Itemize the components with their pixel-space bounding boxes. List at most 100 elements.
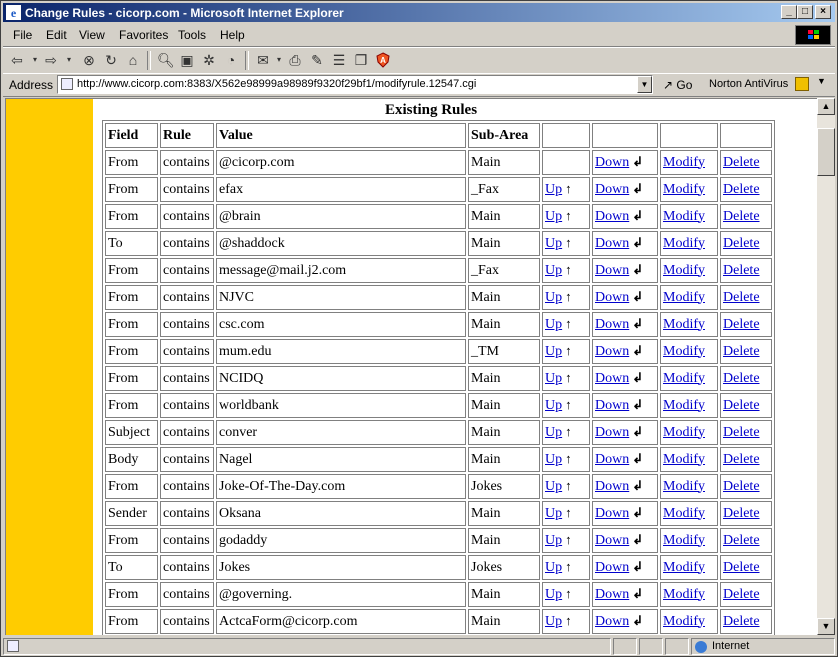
down-link[interactable]: Down <box>595 263 629 278</box>
down-link[interactable]: Down <box>595 614 629 629</box>
up-link[interactable]: Up <box>545 614 562 629</box>
go-button[interactable]: ↗︎ Go <box>663 78 692 92</box>
delete-link[interactable]: Delete <box>723 425 760 440</box>
modify-link[interactable]: Modify <box>663 506 705 521</box>
delete-link[interactable]: Delete <box>723 290 760 305</box>
up-link[interactable]: Up <box>545 533 562 548</box>
modify-link[interactable]: Modify <box>663 533 705 548</box>
delete-link[interactable]: Delete <box>723 452 760 467</box>
modify-link[interactable]: Modify <box>663 398 705 413</box>
mail-icon[interactable]: ✉ <box>255 52 271 68</box>
up-link[interactable]: Up <box>545 290 562 305</box>
up-link[interactable]: Up <box>545 182 562 197</box>
scroll-thumb[interactable] <box>817 128 835 176</box>
close-button[interactable]: × <box>815 5 831 19</box>
up-link[interactable]: Up <box>545 371 562 386</box>
modify-link[interactable]: Modify <box>663 209 705 224</box>
print-icon[interactable]: ⎙ <box>287 52 303 68</box>
media-icon[interactable]: ✲ <box>201 52 217 68</box>
edit-icon[interactable]: ✎ <box>309 52 325 68</box>
norton-dropdown-icon[interactable]: ▼ <box>817 76 826 86</box>
modify-link[interactable]: Modify <box>663 587 705 602</box>
messenger-icon[interactable]: ❐ <box>353 52 369 68</box>
up-link[interactable]: Up <box>545 452 562 467</box>
mail-dropdown-icon[interactable]: ▾ <box>271 52 287 68</box>
menu-tools[interactable]: Tools <box>178 28 206 42</box>
down-link[interactable]: Down <box>595 533 629 548</box>
delete-link[interactable]: Delete <box>723 479 760 494</box>
modify-link[interactable]: Modify <box>663 155 705 170</box>
modify-link[interactable]: Modify <box>663 182 705 197</box>
delete-link[interactable]: Delete <box>723 209 760 224</box>
down-link[interactable]: Down <box>595 560 629 575</box>
down-link[interactable]: Down <box>595 425 629 440</box>
menu-view[interactable]: View <box>79 28 105 42</box>
menu-favorites[interactable]: Favorites <box>119 28 168 42</box>
delete-link[interactable]: Delete <box>723 263 760 278</box>
maximize-button[interactable]: □ <box>797 5 813 19</box>
delete-link[interactable]: Delete <box>723 236 760 251</box>
up-link[interactable]: Up <box>545 236 562 251</box>
home-icon[interactable]: ⌂ <box>125 52 141 68</box>
up-link[interactable]: Up <box>545 425 562 440</box>
stop-icon[interactable]: ⊗ <box>81 52 97 68</box>
modify-link[interactable]: Modify <box>663 290 705 305</box>
delete-link[interactable]: Delete <box>723 155 760 170</box>
favorites-icon[interactable]: ▣ <box>179 52 195 68</box>
down-link[interactable]: Down <box>595 182 629 197</box>
address-dropdown-icon[interactable]: ▼ <box>637 76 652 93</box>
delete-link[interactable]: Delete <box>723 371 760 386</box>
delete-link[interactable]: Delete <box>723 587 760 602</box>
delete-link[interactable]: Delete <box>723 506 760 521</box>
modify-link[interactable]: Modify <box>663 317 705 332</box>
modify-link[interactable]: Modify <box>663 371 705 386</box>
down-link[interactable]: Down <box>595 209 629 224</box>
search-icon[interactable]: 🔍︎ <box>157 52 175 68</box>
forward-dropdown-icon[interactable]: ▾ <box>61 52 77 68</box>
modify-link[interactable]: Modify <box>663 560 705 575</box>
down-link[interactable]: Down <box>595 398 629 413</box>
delete-link[interactable]: Delete <box>723 344 760 359</box>
down-link[interactable]: Down <box>595 452 629 467</box>
scroll-up-button[interactable]: ▲ <box>817 98 835 115</box>
delete-link[interactable]: Delete <box>723 614 760 629</box>
down-link[interactable]: Down <box>595 155 629 170</box>
vertical-scrollbar[interactable]: ▲ ▼ <box>817 98 835 635</box>
down-link[interactable]: Down <box>595 344 629 359</box>
delete-link[interactable]: Delete <box>723 533 760 548</box>
delete-link[interactable]: Delete <box>723 317 760 332</box>
history-icon[interactable]: ◔ <box>223 52 239 68</box>
modify-link[interactable]: Modify <box>663 263 705 278</box>
address-url[interactable]: http://www.cicorp.com:8383/X562e98999a98… <box>77 78 476 90</box>
down-link[interactable]: Down <box>595 290 629 305</box>
down-link[interactable]: Down <box>595 506 629 521</box>
down-link[interactable]: Down <box>595 371 629 386</box>
menu-edit[interactable]: Edit <box>46 28 67 42</box>
down-link[interactable]: Down <box>595 479 629 494</box>
modify-link[interactable]: Modify <box>663 452 705 467</box>
down-link[interactable]: Down <box>595 317 629 332</box>
menu-file[interactable]: File <box>13 28 32 42</box>
back-icon[interactable]: ⇦ <box>9 52 25 68</box>
up-link[interactable]: Up <box>545 263 562 278</box>
up-link[interactable]: Up <box>545 506 562 521</box>
modify-link[interactable]: Modify <box>663 425 705 440</box>
up-link[interactable]: Up <box>545 317 562 332</box>
back-dropdown-icon[interactable]: ▾ <box>27 52 43 68</box>
menu-help[interactable]: Help <box>220 28 245 42</box>
up-link[interactable]: Up <box>545 209 562 224</box>
down-link[interactable]: Down <box>595 587 629 602</box>
address-input[interactable]: http://www.cicorp.com:8383/X562e98999a98… <box>57 75 653 94</box>
forward-icon[interactable]: ⇨ <box>43 52 59 68</box>
up-link[interactable]: Up <box>545 479 562 494</box>
minimize-button[interactable]: _ <box>781 5 797 19</box>
delete-link[interactable]: Delete <box>723 560 760 575</box>
down-link[interactable]: Down <box>595 236 629 251</box>
title-bar[interactable]: e Change Rules - cicorp.com - Microsoft … <box>3 3 835 22</box>
norton-shield-icon[interactable]: A <box>375 52 391 68</box>
scroll-down-button[interactable]: ▼ <box>817 618 835 635</box>
up-link[interactable]: Up <box>545 560 562 575</box>
modify-link[interactable]: Modify <box>663 236 705 251</box>
delete-link[interactable]: Delete <box>723 182 760 197</box>
up-link[interactable]: Up <box>545 398 562 413</box>
